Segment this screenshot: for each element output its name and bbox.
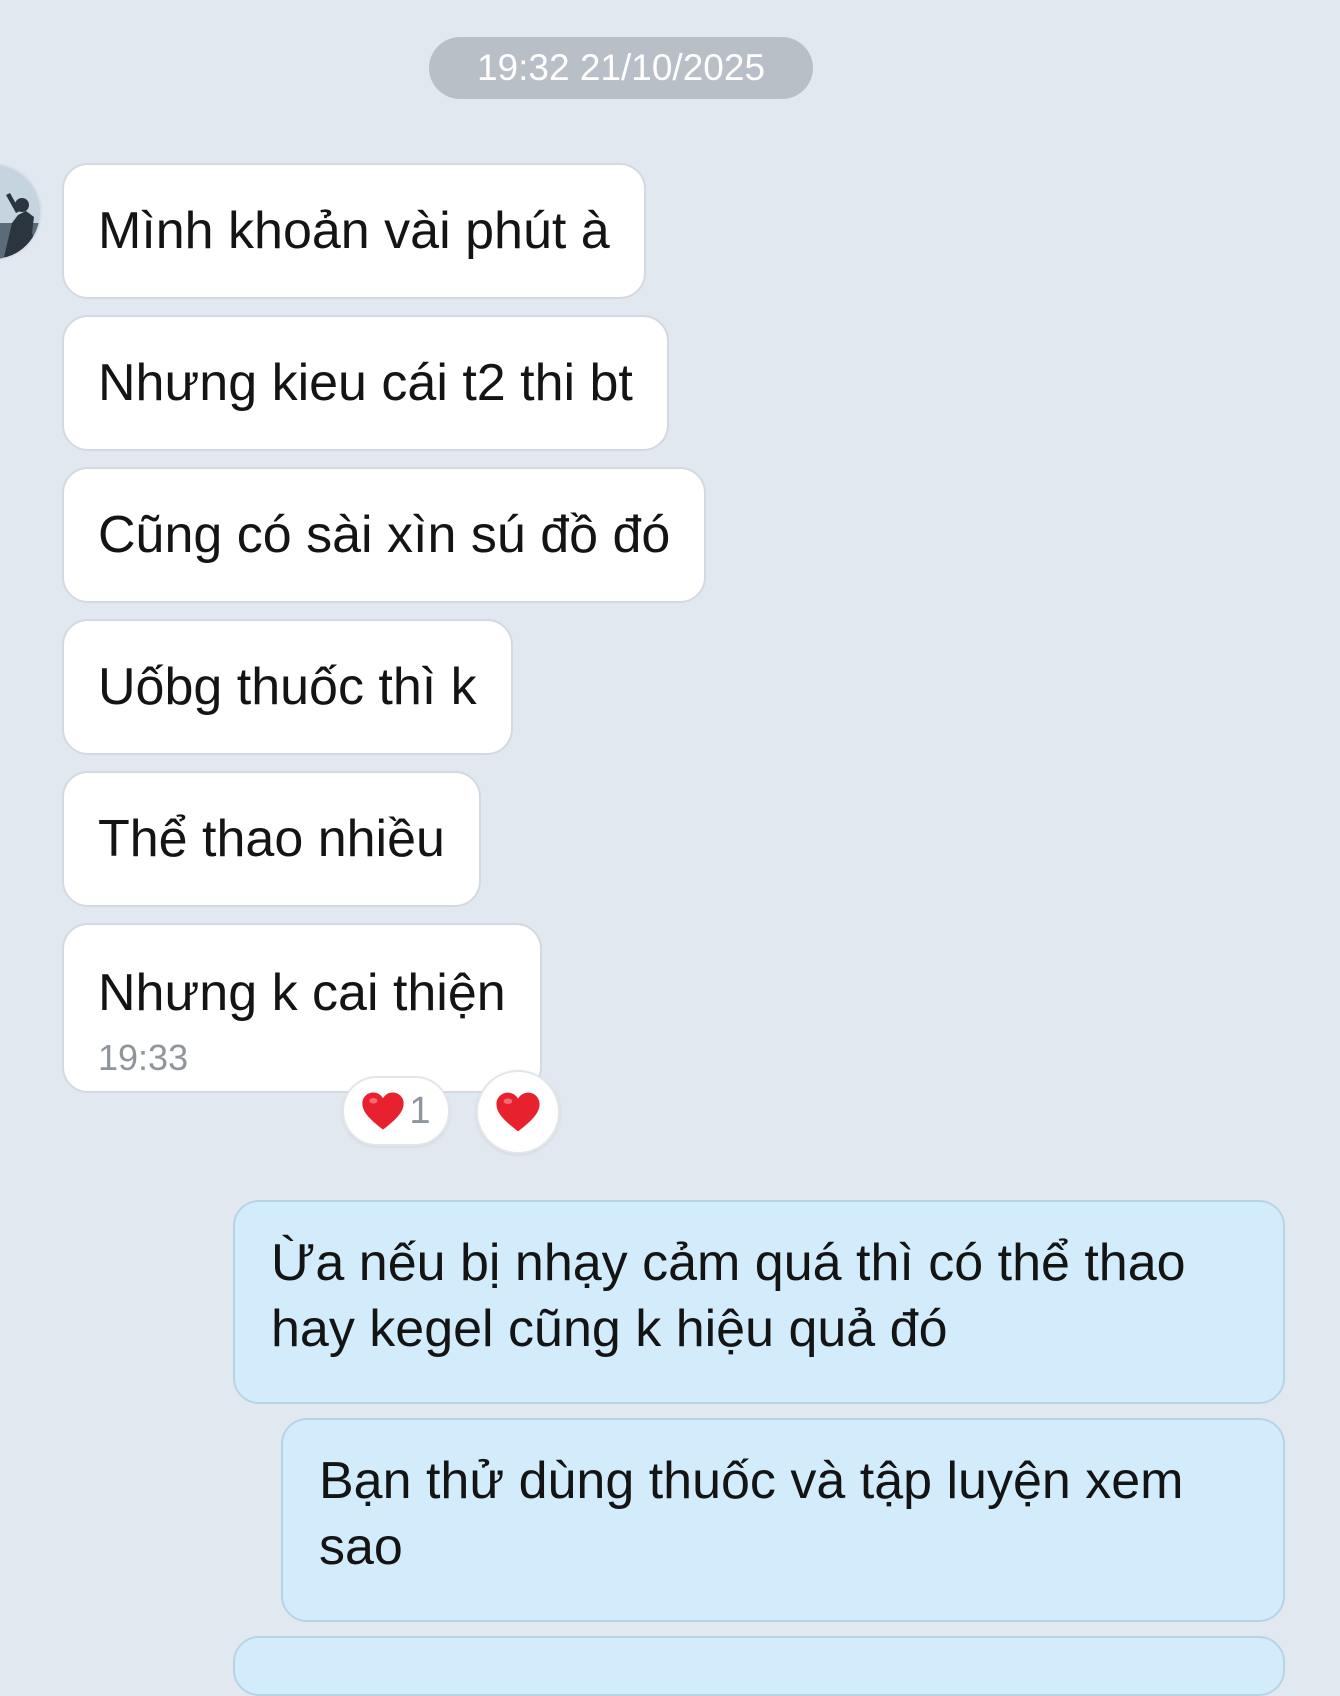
incoming-message[interactable]: Cũng có sài xìn sú đồ đó — [62, 467, 707, 603]
message-text: Nhưng kieu cái t2 thi bt — [98, 354, 633, 412]
heart-icon — [495, 1091, 541, 1133]
incoming-message[interactable]: Mình khoản vài phút à — [62, 163, 646, 299]
incoming-message[interactable]: Nhưng k cai thiện 19:33 — [62, 923, 542, 1093]
date-separator: 19:32 21/10/2025 — [429, 37, 813, 99]
outgoing-message[interactable]: Ừa nếu bị nhạy cảm quá thì có thể thao h… — [233, 1200, 1285, 1404]
quick-react-button[interactable] — [476, 1070, 560, 1154]
message-text: Thể thao nhiều — [98, 810, 445, 868]
incoming-message[interactable]: Thể thao nhiều — [62, 771, 481, 907]
message-text: Mình khoản vài phút à — [98, 202, 610, 260]
message-text: Cũng có sài xìn sú đồ đó — [98, 506, 671, 564]
outgoing-message[interactable]: Bạn thử dùng thuốc và tập luyện xem sao — [281, 1418, 1285, 1622]
avatar-photo — [0, 165, 40, 259]
message-text: Uốbg thuốc thì k — [98, 658, 477, 716]
incoming-message[interactable]: Uốbg thuốc thì k — [62, 619, 513, 755]
heart-icon — [361, 1091, 405, 1131]
contact-avatar[interactable] — [0, 163, 42, 261]
message-text: Ừa nếu bị nhạy cảm quá thì có thể thao h… — [271, 1234, 1186, 1358]
reaction-summary[interactable]: 1 — [342, 1076, 450, 1146]
message-timestamp: 19:33 — [98, 1037, 189, 1078]
outgoing-message-partial[interactable] — [233, 1636, 1285, 1696]
incoming-message[interactable]: Nhưng kieu cái t2 thi bt — [62, 315, 669, 451]
message-text: Nhưng k cai thiện — [98, 964, 506, 1022]
reaction-count: 1 — [409, 1089, 431, 1132]
message-text: Bạn thử dùng thuốc và tập luyện xem sao — [319, 1452, 1184, 1576]
